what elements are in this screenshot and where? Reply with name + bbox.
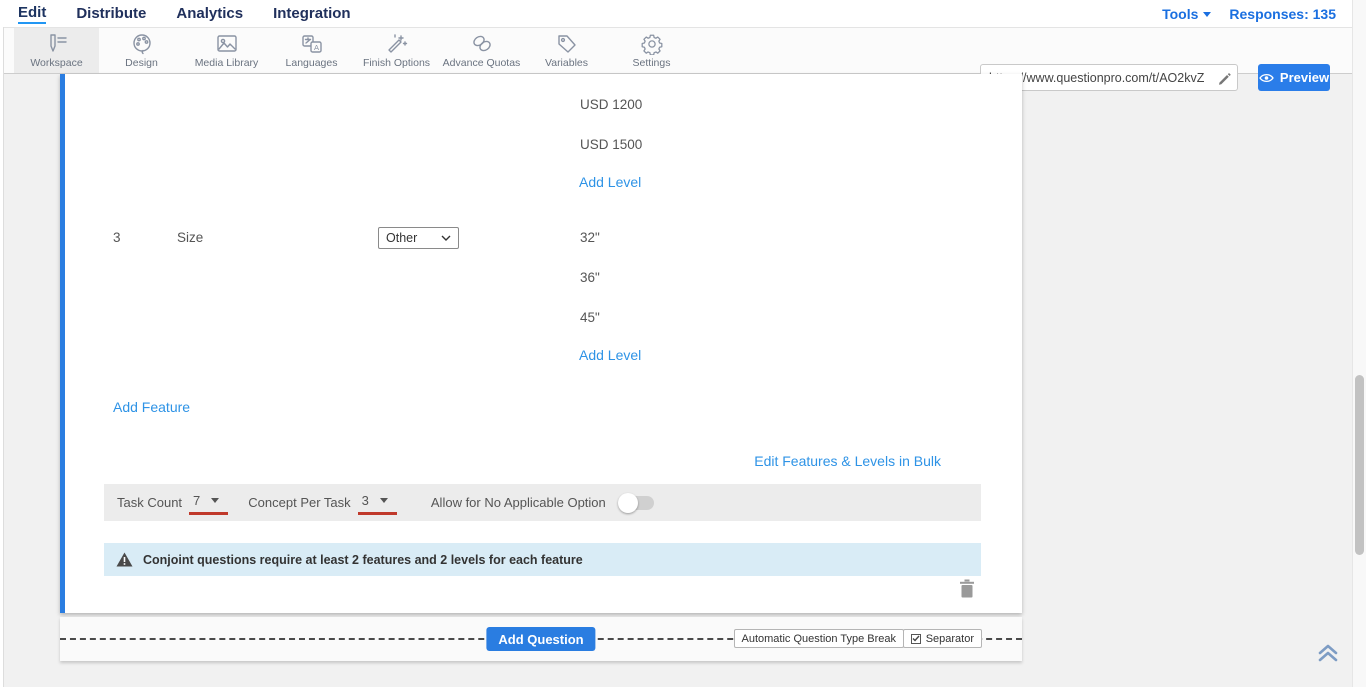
concept-per-task-dropdown[interactable]: 3 [358, 491, 397, 515]
level-item[interactable]: USD 1500 [580, 137, 642, 153]
delete-question-icon[interactable] [958, 579, 976, 598]
separator-checkbox[interactable] [911, 634, 921, 644]
separator-toggle-button[interactable]: Separator [903, 629, 982, 648]
concept-per-task-label: Concept Per Task [248, 495, 350, 510]
pencil-icon [1217, 71, 1231, 85]
page-scrollbar-track [1352, 0, 1366, 687]
toolbar-item-design[interactable]: Design [99, 28, 184, 73]
add-feature-link[interactable]: Add Feature [113, 399, 190, 415]
task-settings-bar: Task Count 7 Concept Per Task 3 Allow fo… [104, 484, 981, 521]
scroll-to-top-button[interactable] [1316, 643, 1340, 663]
chain-icon [470, 33, 494, 55]
toolbar: Workspace Design Media Library A Languag… [0, 27, 1366, 74]
preview-label: Preview [1280, 70, 1329, 85]
toolbar-label: Media Library [195, 57, 259, 69]
image-icon [215, 33, 239, 55]
tools-label: Tools [1162, 6, 1198, 22]
chevron-down-icon [441, 235, 451, 241]
question-footer: Add Question Automatic Question Type Bre… [60, 617, 1022, 661]
task-count-label: Task Count [117, 495, 182, 510]
select-value: Other [386, 231, 441, 245]
toolbar-item-settings[interactable]: Settings [609, 28, 694, 73]
toolbar-label: Variables [545, 57, 588, 69]
workspace-icon [45, 33, 69, 55]
toolbar-label: Finish Options [363, 57, 430, 69]
concept-per-task-value: 3 [362, 493, 369, 508]
auto-question-type-break-button[interactable]: Automatic Question Type Break [734, 629, 905, 648]
toolbar-item-advance-quotas[interactable]: Advance Quotas [439, 28, 524, 73]
feature-type-select[interactable]: Other [378, 227, 459, 249]
nav-tabs: Edit Distribute Analytics Integration [18, 0, 351, 27]
chevron-down-icon [211, 498, 219, 503]
nav-tab-analytics[interactable]: Analytics [176, 5, 243, 22]
bulk-edit-link[interactable]: Edit Features & Levels in Bulk [754, 453, 941, 469]
tag-icon [555, 33, 579, 55]
toolbar-item-workspace[interactable]: Workspace [14, 28, 99, 73]
preview-button[interactable]: Preview [1258, 64, 1330, 91]
chevron-down-icon [1203, 12, 1211, 17]
auto-break-label: Automatic Question Type Break [742, 633, 897, 645]
toolbar-label: Settings [633, 57, 671, 69]
conjoint-question-card: USD 1200 USD 1500 Add Level 3 Size Other… [60, 74, 1022, 613]
nav-right: Tools Responses: 135 [1162, 0, 1336, 27]
top-nav: Edit Distribute Analytics Integration To… [0, 0, 1366, 27]
level-item[interactable]: USD 1200 [580, 97, 642, 113]
warning-text: Conjoint questions require at least 2 fe… [143, 553, 583, 567]
translate-icon: A [300, 33, 324, 55]
no-applicable-label: Allow for No Applicable Option [431, 495, 606, 510]
toolbar-item-media-library[interactable]: Media Library [184, 28, 269, 73]
palette-icon [130, 33, 154, 55]
check-icon [912, 635, 920, 642]
separator-label: Separator [926, 633, 974, 645]
nav-tab-distribute[interactable]: Distribute [76, 5, 146, 22]
no-applicable-toggle[interactable] [620, 496, 654, 510]
wand-icon [385, 33, 409, 55]
edit-url-button[interactable] [1211, 65, 1237, 90]
toolbar-label: Workspace [30, 57, 82, 69]
task-count-dropdown[interactable]: 7 [189, 491, 228, 515]
toolbar-item-variables[interactable]: Variables [524, 28, 609, 73]
selected-question-indicator [60, 74, 65, 613]
toolbar-item-finish-options[interactable]: Finish Options [354, 28, 439, 73]
svg-text:A: A [314, 43, 319, 52]
tools-dropdown[interactable]: Tools [1162, 6, 1211, 22]
level-item[interactable]: 45" [580, 310, 600, 326]
add-level-link[interactable]: Add Level [579, 174, 641, 190]
gear-icon [640, 33, 664, 55]
toolbar-label: Languages [286, 57, 338, 69]
toolbar-item-languages[interactable]: A Languages [269, 28, 354, 73]
eye-icon [1259, 73, 1274, 83]
responses-link[interactable]: Responses: 135 [1229, 6, 1336, 22]
nav-tab-edit[interactable]: Edit [18, 4, 46, 24]
add-level-link[interactable]: Add Level [579, 347, 641, 363]
toolbar-label: Design [125, 57, 158, 69]
chevron-down-icon [380, 498, 388, 503]
feature-name[interactable]: Size [177, 230, 203, 246]
level-item[interactable]: 36" [580, 270, 600, 286]
left-edge-panel [0, 27, 4, 687]
task-count-value: 7 [193, 493, 200, 508]
toggle-knob [618, 493, 638, 513]
toolbar-label: Advance Quotas [443, 57, 521, 69]
warning-icon [116, 552, 133, 567]
feature-index: 3 [113, 230, 121, 246]
add-question-button[interactable]: Add Question [486, 627, 595, 651]
level-item[interactable]: 32" [580, 230, 600, 246]
warning-banner: Conjoint questions require at least 2 fe… [104, 543, 981, 576]
page-scrollbar-thumb[interactable] [1355, 375, 1364, 555]
nav-tab-integration[interactable]: Integration [273, 5, 351, 22]
